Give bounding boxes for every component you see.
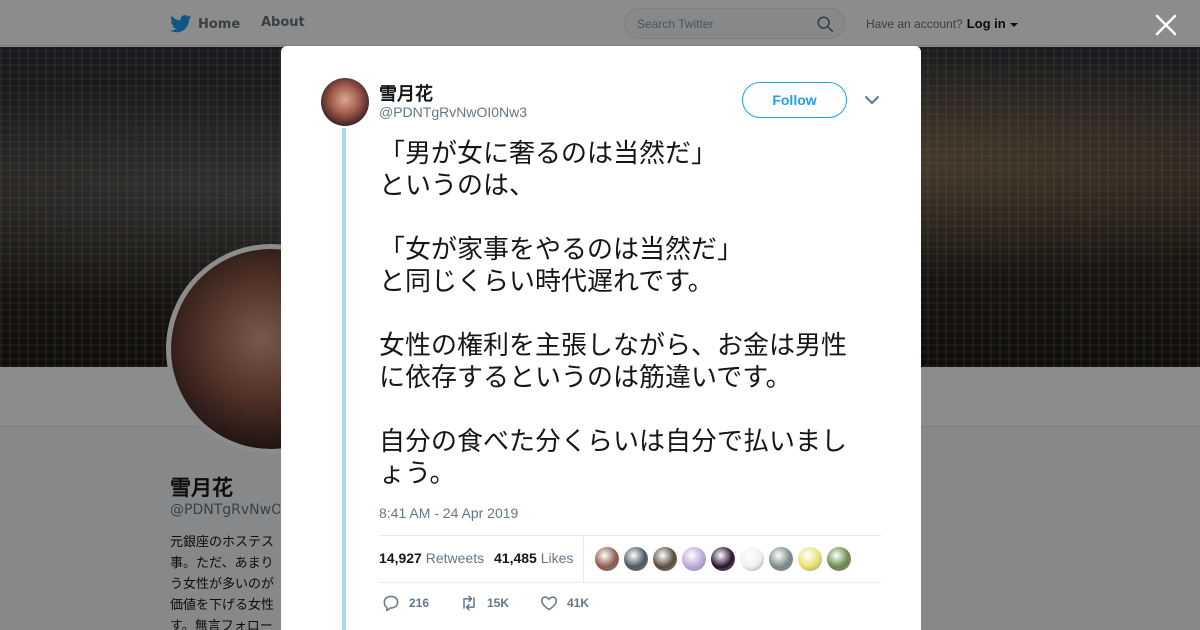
heart-icon (540, 596, 558, 611)
retweet-count: 15K (487, 596, 510, 610)
tweet-text-line: 自分の食べた分くらいは自分で払いまし (379, 427, 848, 457)
retweets-stat[interactable]: 14,927 Retweets (379, 550, 484, 566)
liker-avatar-3[interactable] (653, 547, 677, 571)
chevron-down-icon[interactable] (864, 94, 880, 106)
tweet-stats: 14,927 Retweets 41,485 Likes (379, 535, 881, 583)
tweet-text-line: に依存するというのは筋違いです。 (379, 363, 792, 393)
tweet-author-handle[interactable]: @PDNTgRvNwOI0Nw3 (379, 104, 527, 120)
liker-avatar-9[interactable] (827, 547, 851, 571)
thread-line (342, 128, 346, 630)
follow-button[interactable]: Follow (742, 82, 847, 118)
tweet-text-line: 「女が家事をやるのは当然だ」 (379, 235, 744, 265)
tweet-text-line: 「男が女に奢るのは当然だ」 (379, 139, 718, 169)
close-icon[interactable] (1153, 12, 1179, 38)
tweet-timestamp[interactable]: 8:41 AM - 24 Apr 2019 (379, 505, 518, 521)
like-button[interactable]: 41K (539, 593, 589, 613)
reply-count: 216 (409, 596, 430, 610)
tweet-author-name[interactable]: 雪月花 (379, 80, 433, 106)
like-count: 41K (567, 596, 590, 610)
tweet-text-line: と同じくらい時代遅れです。 (379, 267, 714, 297)
likes-count: 41,485 (494, 550, 537, 566)
liker-avatar-5[interactable] (711, 547, 735, 571)
retweet-button[interactable]: 15K (459, 593, 509, 613)
liker-avatar-6[interactable] (740, 547, 764, 571)
tweet-author-avatar[interactable] (321, 78, 369, 126)
tweet-modal: 雪月花 @PDNTgRvNwOI0Nw3 Follow 「男が女に奢るのは当然だ… (281, 46, 921, 630)
retweets-count: 14,927 (379, 550, 422, 566)
liker-avatar-7[interactable] (769, 547, 793, 571)
retweet-icon (463, 595, 475, 611)
reply-button[interactable]: 216 (381, 593, 429, 613)
tweet-actions: 216 15K 41K (379, 593, 881, 615)
likes-label: Likes (540, 550, 574, 566)
liker-avatar-4[interactable] (682, 547, 706, 571)
stats-divider (583, 536, 584, 583)
tweet-text-line: というのは、 (379, 171, 536, 201)
tweet-text-line: 女性の権利を主張しながら、お金は男性 (379, 331, 848, 361)
likes-stat[interactable]: 41,485 Likes (494, 550, 573, 566)
tweet-text-line: ょう。 (379, 459, 456, 489)
liker-avatar-1[interactable] (595, 547, 619, 571)
tweet-text: 「男が女に奢るのは当然だ」 というのは、 「女が家事をやるのは当然だ」 と同じく… (379, 138, 889, 490)
liker-avatar-8[interactable] (798, 547, 822, 571)
reply-icon (383, 595, 399, 612)
liker-avatar-2[interactable] (624, 547, 648, 571)
retweets-label: Retweets (425, 550, 485, 566)
